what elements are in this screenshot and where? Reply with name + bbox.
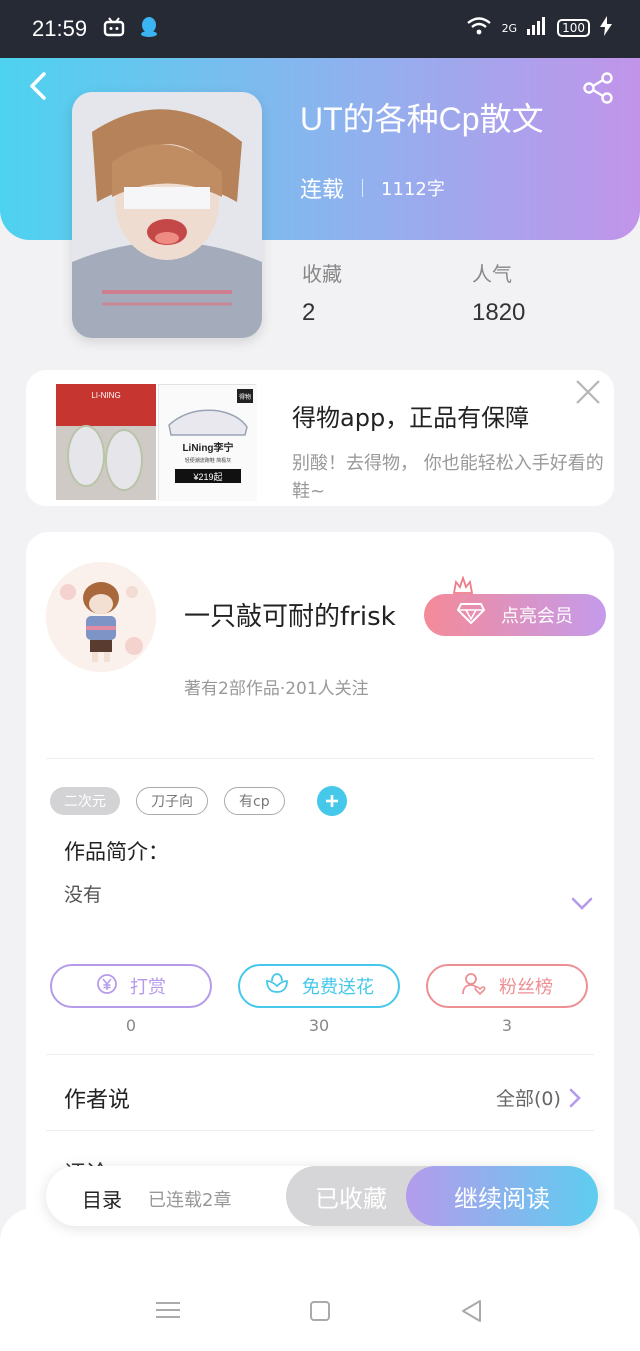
ad-description: 别酸！去得物， 你也能轻松入手好看的鞋~ — [292, 453, 604, 502]
stat-value: 1820 — [472, 299, 526, 326]
divider — [46, 1054, 594, 1055]
book-meta: 连载 1112字 — [300, 172, 445, 204]
tag-list: 二次元 刀子向 有cp — [50, 786, 347, 816]
meta-divider — [362, 179, 364, 197]
qq-icon — [139, 16, 159, 42]
network-type: 2G — [501, 21, 518, 35]
expand-button[interactable] — [570, 894, 594, 914]
share-button[interactable] — [580, 70, 616, 106]
activate-vip-button[interactable]: 点亮会员 — [424, 594, 606, 636]
back-button[interactable] — [22, 68, 58, 104]
reading-action-bar: 目录 已连载2章 已收藏 继续阅读 — [46, 1166, 598, 1226]
tag-item[interactable]: 二次元 — [50, 787, 120, 815]
charging-icon — [600, 16, 612, 40]
diamond-icon — [456, 602, 486, 629]
collected-label: 已收藏 — [315, 1184, 387, 1213]
bilibili-icon — [103, 17, 125, 41]
add-tag-button[interactable] — [316, 786, 347, 816]
ad-image-product: 得物 LiNing李宁 轻便潮流跑鞋 简极灰 ¥219起 — [158, 384, 257, 501]
battery-level: 100 — [557, 19, 590, 37]
fan-ranking-button[interactable]: 粉丝榜 — [426, 964, 588, 1008]
status-bar: 21:59 2G 100 — [0, 0, 640, 58]
divider — [46, 1130, 594, 1131]
ad-image-shoebox: LI-NING — [56, 384, 156, 500]
ad-top-label: LI-NING — [91, 391, 120, 400]
book-title: UT的各种Cp散文 — [300, 101, 544, 137]
author-say-label: 作者说 — [64, 1088, 131, 1113]
author-say-all-link[interactable]: 全部(0) — [496, 1084, 581, 1111]
chevron-left-icon — [30, 72, 46, 100]
stat-popularity: 人气 1820 — [472, 258, 525, 327]
chevron-right-icon — [569, 1088, 581, 1107]
home-icon[interactable] — [309, 1300, 331, 1326]
ad-close-button[interactable] — [574, 378, 602, 406]
system-nav-bar — [0, 1290, 640, 1334]
menu-icon[interactable] — [156, 1300, 180, 1324]
book-cover[interactable] — [72, 92, 262, 338]
reward-label: 打赏 — [130, 977, 166, 998]
fan-ranking-label: 粉丝榜 — [499, 977, 553, 998]
vip-label: 点亮会员 — [501, 606, 573, 627]
author-meta: 著有2部作品·201人关注 — [184, 679, 369, 699]
chevron-down-icon — [571, 897, 593, 910]
flower-icon — [264, 972, 290, 1001]
wifi-icon — [466, 16, 492, 40]
ad-card[interactable]: LI-NING 得物 LiNing李宁 轻便潮流跑鞋 简极灰 ¥219起 得物a… — [26, 370, 614, 506]
stat-value: 2 — [302, 299, 316, 326]
chapter-count: 已连载2章 — [148, 1190, 232, 1211]
continue-reading-button[interactable]: 继续阅读 — [406, 1166, 598, 1226]
flower-label: 免费送花 — [302, 977, 374, 998]
ad-corner-label: 得物 — [239, 393, 251, 401]
share-icon — [583, 72, 613, 104]
toc-button[interactable]: 目录 — [82, 1184, 122, 1213]
continue-label: 继续阅读 — [454, 1184, 550, 1213]
tag-item[interactable]: 刀子向 — [136, 787, 208, 815]
coin-icon — [96, 973, 118, 1000]
tag-item[interactable]: 有cp — [224, 787, 285, 815]
stat-label: 收藏 — [302, 262, 342, 286]
divider — [46, 758, 594, 759]
send-flower-button[interactable]: 免费送花 — [238, 964, 400, 1008]
crown-icon — [452, 575, 474, 596]
user-heart-icon — [461, 972, 487, 1001]
reward-button[interactable]: 打赏 — [50, 964, 212, 1008]
intro-label: 作品简介： — [64, 840, 169, 864]
intro-text: 没有 — [64, 884, 103, 906]
ad-brand-text: LiNing李宁 — [182, 441, 233, 454]
close-icon — [576, 380, 600, 404]
ad-price: ¥219起 — [192, 472, 222, 482]
plus-icon — [325, 795, 338, 807]
fan-count: 3 — [501, 1016, 513, 1035]
all-link-label: 全部(0) — [496, 1088, 561, 1110]
status-time: 21:59 — [32, 16, 88, 41]
ad-sub-text: 轻便潮流跑鞋 简极灰 — [185, 457, 232, 464]
book-status: 连载 — [300, 178, 345, 203]
stat-label: 人气 — [472, 262, 512, 286]
ad-title: 得物app，正品有保障 — [292, 404, 530, 432]
stat-collect: 收藏 2 — [302, 258, 342, 327]
author-avatar[interactable] — [46, 562, 156, 672]
flower-count: 30 — [308, 1016, 330, 1035]
signal-icon — [527, 17, 547, 39]
book-word-count: 1112字 — [381, 179, 445, 200]
reward-count: 0 — [125, 1016, 137, 1035]
back-nav-icon[interactable] — [460, 1299, 482, 1327]
author-name[interactable]: 一只敲可耐的frisk — [184, 596, 396, 633]
